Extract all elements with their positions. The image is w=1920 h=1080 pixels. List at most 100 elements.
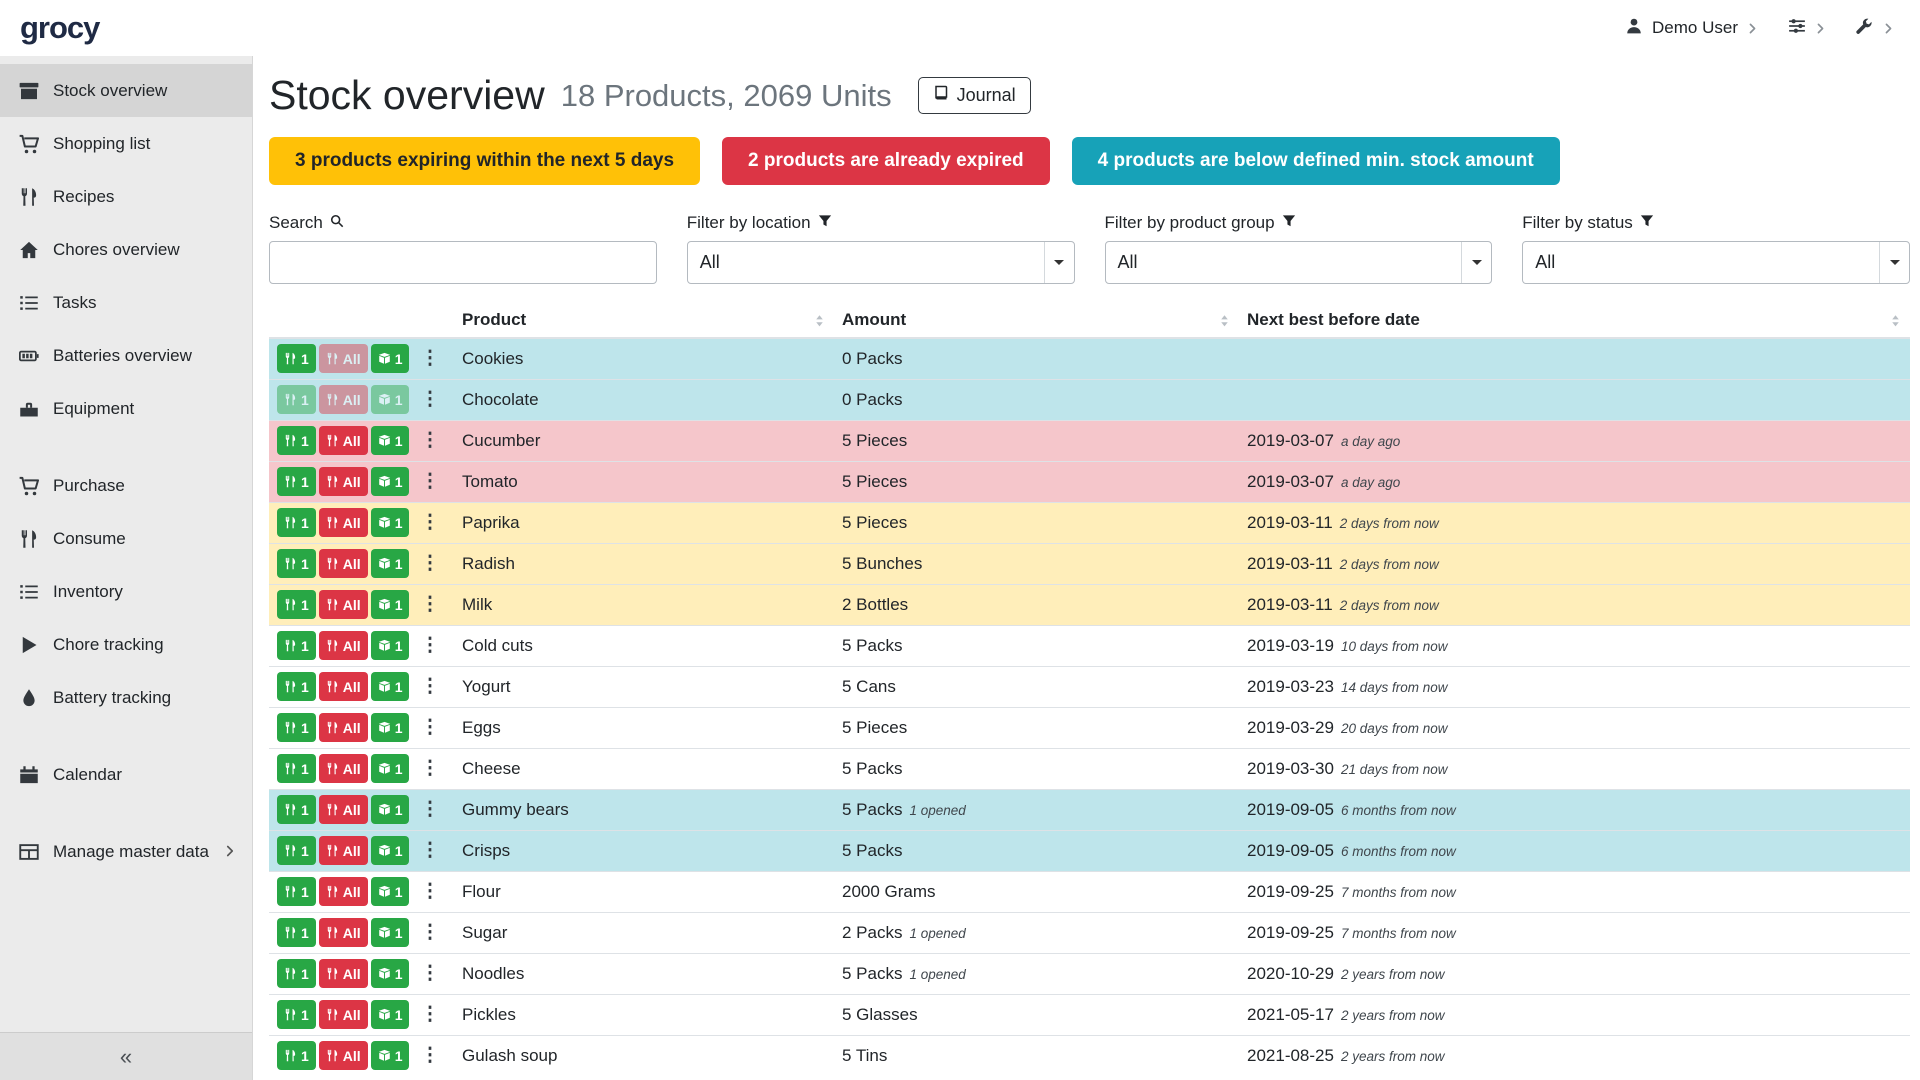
consume-all-button[interactable]: All xyxy=(319,795,368,824)
journal-button[interactable]: Journal xyxy=(918,77,1031,114)
open-one-button[interactable]: 1 xyxy=(371,508,410,537)
open-one-button[interactable]: 1 xyxy=(371,344,410,373)
open-one-button[interactable]: 1 xyxy=(371,549,410,578)
row-menu-button[interactable]: ⋮ xyxy=(420,511,432,534)
row-menu-button[interactable]: ⋮ xyxy=(420,839,432,862)
amount-column-header[interactable]: Amount xyxy=(834,306,1239,338)
sidebar-item-chores-overview[interactable]: Chores overview xyxy=(0,223,252,276)
sidebar-item-tasks[interactable]: Tasks xyxy=(0,276,252,329)
sidebar-item-chore-tracking[interactable]: Chore tracking xyxy=(0,618,252,671)
open-one-button[interactable]: 1 xyxy=(371,836,410,865)
sidebar-item-stock-overview[interactable]: Stock overview xyxy=(0,64,252,117)
consume-one-button[interactable]: 1 xyxy=(277,1000,316,1029)
consume-all-button[interactable]: All xyxy=(319,836,368,865)
consume-one-button[interactable]: 1 xyxy=(277,467,316,496)
consume-one-button[interactable]: 1 xyxy=(277,836,316,865)
row-menu-button[interactable]: ⋮ xyxy=(420,921,432,944)
consume-one-button[interactable]: 1 xyxy=(277,877,316,906)
row-menu-button[interactable]: ⋮ xyxy=(420,470,432,493)
sidebar-item-battery-tracking[interactable]: Battery tracking xyxy=(0,671,252,724)
expired-alert[interactable]: 2 products are already expired xyxy=(722,137,1050,185)
open-one-button[interactable]: 1 xyxy=(371,426,410,455)
open-one-button[interactable]: 1 xyxy=(371,590,410,619)
consume-all-button[interactable]: All xyxy=(319,959,368,988)
open-one-button[interactable]: 1 xyxy=(371,877,410,906)
open-one-button[interactable]: 1 xyxy=(371,467,410,496)
sidebar-item-shopping-list[interactable]: Shopping list xyxy=(0,117,252,170)
open-one-button[interactable]: 1 xyxy=(371,918,410,947)
sidebar-item-recipes[interactable]: Recipes xyxy=(0,170,252,223)
consume-one-button[interactable]: 1 xyxy=(277,631,316,660)
consume-one-button[interactable]: 1 xyxy=(277,590,316,619)
sidebar-item-equipment[interactable]: Equipment xyxy=(0,382,252,435)
consume-all-button[interactable]: All xyxy=(319,918,368,947)
sort-icon[interactable] xyxy=(1889,313,1902,328)
consume-all-button[interactable]: All xyxy=(319,426,368,455)
consume-one-button[interactable]: 1 xyxy=(277,672,316,701)
status-select[interactable]: All xyxy=(1522,241,1910,284)
row-menu-button[interactable]: ⋮ xyxy=(420,552,432,575)
consume-all-button[interactable]: All xyxy=(319,508,368,537)
open-one-button[interactable]: 1 xyxy=(371,795,410,824)
consume-one-button[interactable]: 1 xyxy=(277,508,316,537)
consume-all-button[interactable]: All xyxy=(319,1041,368,1070)
row-menu-button[interactable]: ⋮ xyxy=(420,347,432,370)
sidebar-item-purchase[interactable]: Purchase xyxy=(0,459,252,512)
location-select[interactable]: All xyxy=(687,241,1075,284)
consume-all-button[interactable]: All xyxy=(319,713,368,742)
open-one-button[interactable]: 1 xyxy=(371,959,410,988)
sidebar-item-batteries-overview[interactable]: Batteries overview xyxy=(0,329,252,382)
consume-all-button[interactable]: All xyxy=(319,385,368,414)
sidebar-item-inventory[interactable]: Inventory xyxy=(0,565,252,618)
consume-all-button[interactable]: All xyxy=(319,344,368,373)
consume-one-button[interactable]: 1 xyxy=(277,385,316,414)
best-before-column-header[interactable]: Next best before date xyxy=(1239,306,1910,338)
below-min-stock-alert[interactable]: 4 products are below defined min. stock … xyxy=(1072,137,1560,185)
row-menu-button[interactable]: ⋮ xyxy=(420,798,432,821)
consume-all-button[interactable]: All xyxy=(319,590,368,619)
row-menu-button[interactable]: ⋮ xyxy=(420,1003,432,1026)
open-one-button[interactable]: 1 xyxy=(371,385,410,414)
consume-all-button[interactable]: All xyxy=(319,631,368,660)
consume-one-button[interactable]: 1 xyxy=(277,1041,316,1070)
consume-all-button[interactable]: All xyxy=(319,467,368,496)
open-one-button[interactable]: 1 xyxy=(371,672,410,701)
consume-all-button[interactable]: All xyxy=(319,754,368,783)
search-input[interactable] xyxy=(269,241,657,284)
consume-one-button[interactable]: 1 xyxy=(277,754,316,783)
consume-one-button[interactable]: 1 xyxy=(277,959,316,988)
expiring-alert[interactable]: 3 products expiring within the next 5 da… xyxy=(269,137,700,185)
consume-all-button[interactable]: All xyxy=(319,1000,368,1029)
sort-icon[interactable] xyxy=(813,313,826,328)
product-group-select[interactable]: All xyxy=(1105,241,1493,284)
row-menu-button[interactable]: ⋮ xyxy=(420,593,432,616)
sidebar-item-manage-master-data[interactable]: Manage master data xyxy=(0,825,252,878)
grocy-logo[interactable]: grocy xyxy=(20,10,99,46)
row-menu-button[interactable]: ⋮ xyxy=(420,757,432,780)
consume-one-button[interactable]: 1 xyxy=(277,549,316,578)
row-menu-button[interactable]: ⋮ xyxy=(420,634,432,657)
sidebar-item-calendar[interactable]: Calendar xyxy=(0,748,252,801)
open-one-button[interactable]: 1 xyxy=(371,713,410,742)
row-menu-button[interactable]: ⋮ xyxy=(420,962,432,985)
row-menu-button[interactable]: ⋮ xyxy=(420,388,432,411)
open-one-button[interactable]: 1 xyxy=(371,1041,410,1070)
row-menu-button[interactable]: ⋮ xyxy=(420,675,432,698)
consume-all-button[interactable]: All xyxy=(319,877,368,906)
sidebar-collapse-button[interactable]: « xyxy=(0,1032,252,1080)
consume-one-button[interactable]: 1 xyxy=(277,713,316,742)
sidebar-item-consume[interactable]: Consume xyxy=(0,512,252,565)
admin-menu[interactable] xyxy=(1856,17,1894,40)
row-menu-button[interactable]: ⋮ xyxy=(420,1044,432,1067)
consume-all-button[interactable]: All xyxy=(319,672,368,701)
consume-one-button[interactable]: 1 xyxy=(277,918,316,947)
row-menu-button[interactable]: ⋮ xyxy=(420,880,432,903)
consume-one-button[interactable]: 1 xyxy=(277,426,316,455)
row-menu-button[interactable]: ⋮ xyxy=(420,716,432,739)
open-one-button[interactable]: 1 xyxy=(371,1000,410,1029)
consume-all-button[interactable]: All xyxy=(319,549,368,578)
row-menu-button[interactable]: ⋮ xyxy=(420,429,432,452)
open-one-button[interactable]: 1 xyxy=(371,631,410,660)
product-column-header[interactable]: Product xyxy=(454,306,834,338)
open-one-button[interactable]: 1 xyxy=(371,754,410,783)
